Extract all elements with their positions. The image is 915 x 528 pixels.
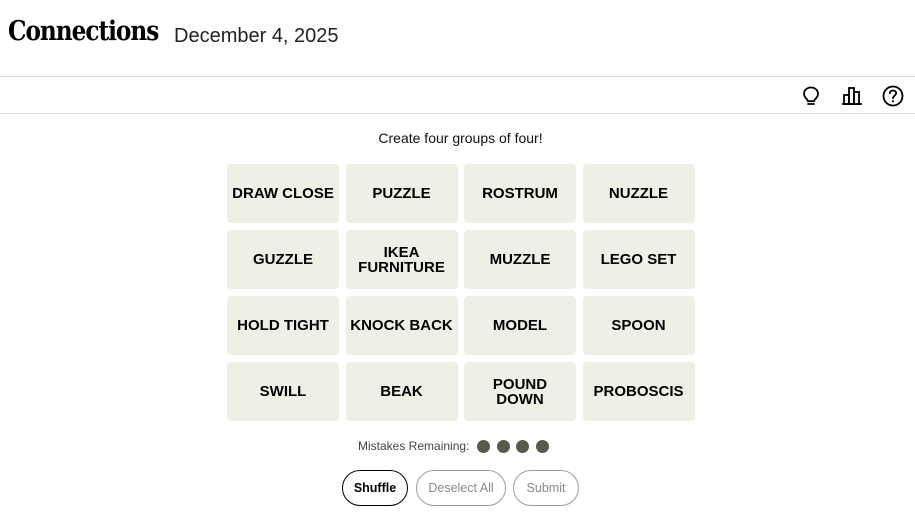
tile-grid: DRAW CLOSE PUZZLE ROSTRUM NUZZLE GUZZLE … <box>227 164 695 421</box>
lightbulb-icon[interactable] <box>798 83 824 109</box>
tile[interactable]: DRAW CLOSE <box>227 164 339 223</box>
tile[interactable]: MODEL <box>464 296 576 355</box>
tile[interactable]: SWILL <box>227 362 339 421</box>
controls: Shuffle Deselect All Submit <box>342 470 579 506</box>
tile[interactable]: ROSTRUM <box>464 164 576 223</box>
tile[interactable]: HOLD TIGHT <box>227 296 339 355</box>
mistakes-label: Mistakes Remaining: <box>358 439 470 453</box>
tile[interactable]: SPOON <box>582 296 695 355</box>
puzzle-date: December 4, 2025 <box>174 25 339 47</box>
tile[interactable]: IKEA FURNITURE <box>345 230 458 289</box>
mistakes-remaining: Mistakes Remaining: <box>358 438 555 454</box>
help-icon[interactable] <box>880 83 906 109</box>
bar-chart-icon[interactable] <box>839 83 865 109</box>
mistake-dot <box>496 439 510 453</box>
tile[interactable]: BEAK <box>345 362 458 421</box>
mistake-dot <box>477 439 491 453</box>
tile[interactable]: PUZZLE <box>345 164 458 223</box>
tile[interactable]: KNOCK BACK <box>345 296 458 355</box>
toolbar <box>0 77 915 114</box>
shuffle-button[interactable]: Shuffle <box>342 470 408 506</box>
page-header: Connections December 4, 2025 <box>0 0 915 77</box>
tile[interactable]: GUZZLE <box>227 230 339 289</box>
instructions-text: Create four groups of four! <box>378 130 543 146</box>
tile[interactable]: NUZZLE <box>582 164 695 223</box>
tile[interactable]: POUND DOWN <box>464 362 576 421</box>
tile[interactable]: MUZZLE <box>464 230 576 289</box>
tile[interactable]: LEGO SET <box>582 230 695 289</box>
mistake-dot <box>516 439 530 453</box>
deselect-all-button[interactable]: Deselect All <box>416 470 506 506</box>
mistake-dot <box>535 439 549 453</box>
submit-button[interactable]: Submit <box>513 470 579 506</box>
tile[interactable]: PROBOSCIS <box>582 362 695 421</box>
app-title: Connections <box>8 16 159 47</box>
